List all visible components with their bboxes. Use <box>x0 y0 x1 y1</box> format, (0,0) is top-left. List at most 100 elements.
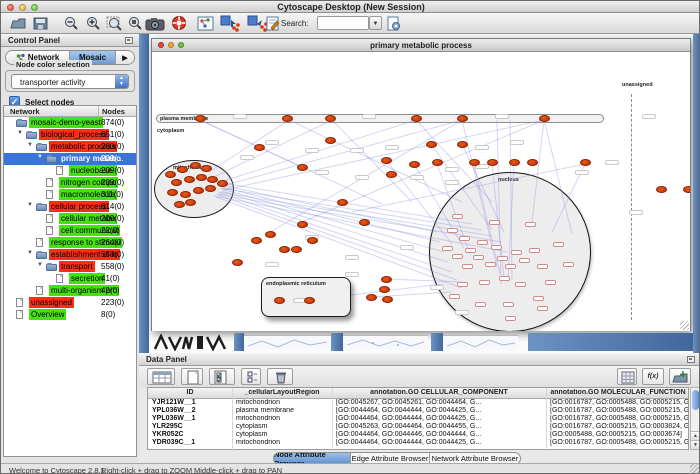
frame-resize-grip[interactable] <box>680 321 689 330</box>
network-node[interactable] <box>297 164 308 171</box>
network-node[interactable] <box>381 157 392 164</box>
network-node[interactable] <box>386 171 397 178</box>
nucleus-node[interactable] <box>473 255 484 260</box>
snapshot-camera-icon[interactable] <box>145 15 167 32</box>
table-row-YPL036W__1[interactable]: YPL036W__1mitochondrion[GO:0044464, GO:0… <box>148 415 688 423</box>
zoom-selected-icon[interactable] <box>106 15 124 32</box>
network-node[interactable] <box>297 221 308 228</box>
window-titlebar[interactable]: Cytoscape Desktop (New Session) <box>1 1 700 13</box>
tree-row-overview[interactable]: Overview8(0) <box>4 309 136 321</box>
tree-row-cellular-process[interactable]: ▼cellular process614(0) <box>4 201 136 213</box>
network-node[interactable] <box>177 166 188 173</box>
tab-overflow-arrow[interactable]: ▶ <box>115 51 134 64</box>
formula-builder-icon[interactable]: f(x) <box>642 368 664 385</box>
network-node[interactable] <box>251 237 262 244</box>
import-attributes-icon[interactable] <box>669 368 691 385</box>
network-node[interactable] <box>379 286 390 293</box>
minimized-window-bar[interactable] <box>431 333 443 351</box>
col-go-molecular-function[interactable]: annotation.GO MOLECULAR_FUNCTION <box>546 389 690 396</box>
window-resize-grip[interactable] <box>690 464 699 473</box>
nucleus-node[interactable] <box>505 316 516 321</box>
network-node[interactable] <box>656 186 667 193</box>
nucleus-node[interactable] <box>449 294 460 299</box>
tree-row-transport[interactable]: ▼transport558(0) <box>4 261 136 273</box>
node-color-dropdown[interactable]: transporter activity ▲▼ <box>11 74 129 89</box>
disclosure-triangle-icon[interactable]: ▼ <box>37 154 43 160</box>
edit-annotation-icon[interactable] <box>265 15 281 32</box>
network-node[interactable] <box>683 186 691 193</box>
nucleus-node[interactable] <box>563 262 574 267</box>
network-node[interactable] <box>185 199 196 206</box>
nucleus-node[interactable] <box>537 264 548 269</box>
network-node[interactable] <box>432 159 443 166</box>
disclosure-triangle-icon[interactable]: ▼ <box>27 202 33 208</box>
network-node[interactable] <box>411 115 422 122</box>
nucleus-node[interactable] <box>485 262 496 267</box>
tree-header[interactable]: Network Nodes <box>4 106 136 117</box>
network-node[interactable] <box>265 231 276 238</box>
network-node[interactable] <box>382 296 393 303</box>
nucleus-node[interactable] <box>511 250 522 255</box>
tree-row-cellular-metabo[interactable]: cellular metabo209(0) <box>4 213 136 225</box>
tree-row-biological-process[interactable]: ▼biological_process651(0) <box>4 129 136 141</box>
network-node[interactable] <box>426 141 437 148</box>
network-node[interactable] <box>254 144 265 151</box>
table-row-YPL036W__2[interactable]: YPL036W__2plasma membrane[GO:0044464, GO… <box>148 407 688 415</box>
tree-row-macromolecule[interactable]: macromolecule311(0) <box>4 189 136 201</box>
nucleus-node[interactable] <box>459 236 470 241</box>
network-node[interactable] <box>527 159 538 166</box>
network-node[interactable] <box>381 276 392 283</box>
attribute-table[interactable]: ID _cellularLayoutRegion annotation.GO C… <box>147 387 689 450</box>
scroll-down-arrow[interactable]: ▼ <box>691 440 700 449</box>
minimized-window-preview[interactable] <box>343 335 428 350</box>
nucleus-node[interactable] <box>447 228 458 233</box>
network-overview-icon[interactable] <box>197 15 216 32</box>
network-node[interactable] <box>457 115 468 122</box>
select-attributes-icon[interactable] <box>209 368 235 385</box>
attribute-table-header[interactable]: ID _cellularLayoutRegion annotation.GO C… <box>148 388 688 399</box>
nucleus-node[interactable] <box>491 245 502 250</box>
disclosure-triangle-icon[interactable]: ▼ <box>37 262 43 268</box>
minimized-window-bar[interactable] <box>234 333 244 351</box>
network-node[interactable] <box>190 162 201 169</box>
network-frame-titlebar[interactable]: primary metabolic process <box>152 39 690 52</box>
minimized-window-icons[interactable] <box>153 334 229 351</box>
tree-row-primary-metabo[interactable]: ▼primary metabo209(... <box>4 153 136 165</box>
network-node[interactable] <box>282 115 293 122</box>
minimized-window-bar[interactable] <box>528 333 693 351</box>
network-node[interactable] <box>359 219 370 226</box>
right-splitter[interactable] <box>693 34 700 353</box>
nucleus-node[interactable] <box>462 264 473 269</box>
disclosure-triangle-icon[interactable]: ▼ <box>17 130 23 136</box>
col-cellular-layout-region[interactable]: _cellularLayoutRegion <box>232 389 332 396</box>
col-id[interactable]: ID <box>148 389 232 396</box>
zoom-fit-icon[interactable] <box>127 15 144 32</box>
network-node[interactable] <box>171 179 182 186</box>
network-node[interactable] <box>291 246 302 253</box>
network-node[interactable] <box>580 159 591 166</box>
network-node[interactable] <box>325 115 336 122</box>
network-node[interactable] <box>366 294 377 301</box>
network-node[interactable] <box>232 259 243 266</box>
zoom-out-icon[interactable] <box>63 15 80 32</box>
network-node[interactable] <box>337 199 348 206</box>
open-file-icon[interactable] <box>9 15 28 32</box>
zoom-in-icon[interactable] <box>85 15 102 32</box>
network-node[interactable] <box>409 161 420 168</box>
disclosure-triangle-icon[interactable]: ▼ <box>27 250 33 256</box>
tree-row-unassigned[interactable]: unassigned223(0) <box>4 297 136 309</box>
tree-row-nitrogen-compo[interactable]: nitrogen compo209(0) <box>4 177 136 189</box>
network-node[interactable] <box>174 201 185 208</box>
scrollbar-thumb[interactable] <box>692 390 699 410</box>
nucleus-node[interactable] <box>457 282 468 287</box>
nucleus-node[interactable] <box>537 306 548 311</box>
search-options-icon[interactable] <box>386 15 402 32</box>
hide-selected-network-icon[interactable] <box>220 15 241 32</box>
tree-row-mosaic-demo-yeast[interactable]: mosaic-demo-yeast874(0) <box>4 117 136 129</box>
nucleus-node[interactable] <box>515 282 526 287</box>
nucleus-node[interactable] <box>475 302 486 307</box>
nucleus-node[interactable] <box>497 256 508 261</box>
nucleus-node[interactable] <box>489 220 500 225</box>
tree-row-multi-organism-pro[interactable]: multi-organism pro42(0) <box>4 285 136 297</box>
disclosure-triangle-icon[interactable]: ▼ <box>27 142 33 148</box>
